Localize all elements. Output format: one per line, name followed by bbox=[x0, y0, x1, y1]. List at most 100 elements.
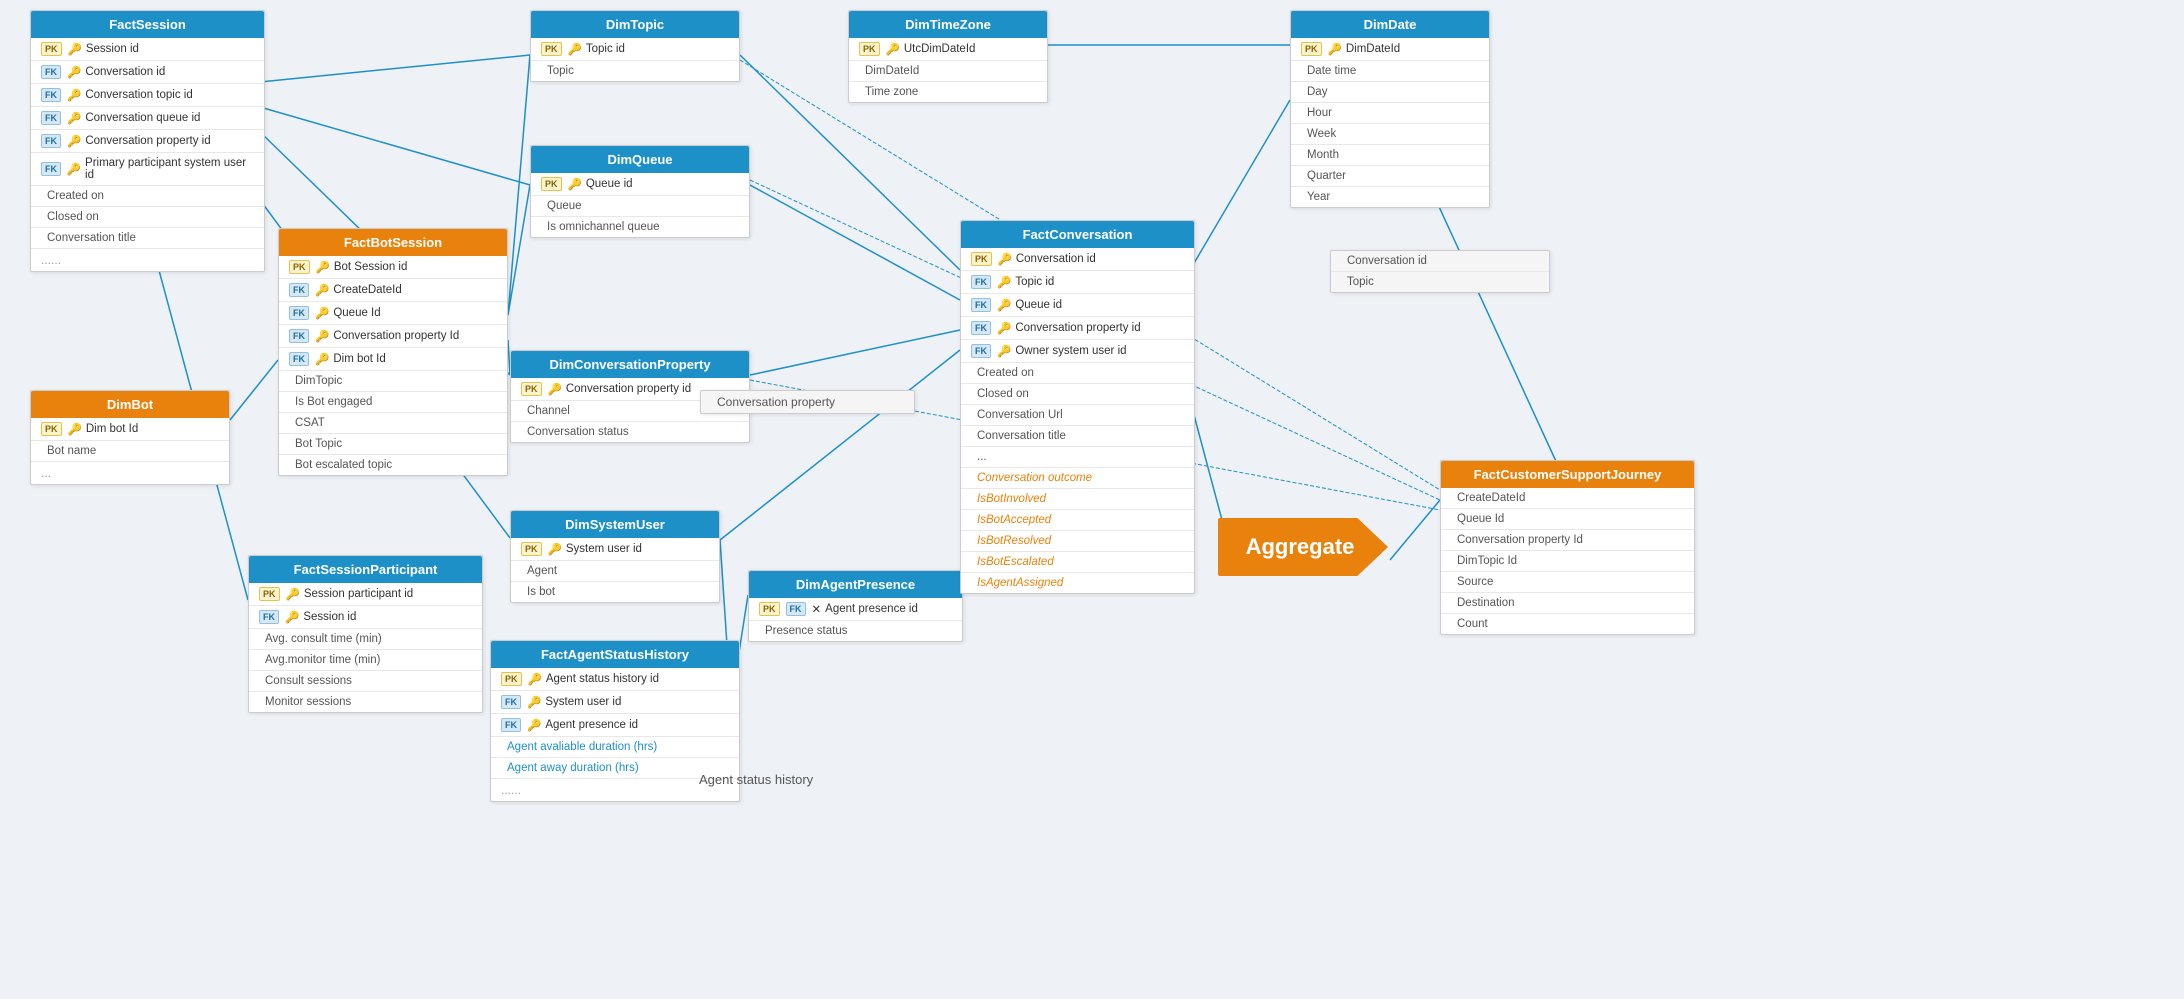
fact-conversation-body: PK 🔑 Conversation id FK 🔑 Topic id FK 🔑 … bbox=[961, 248, 1194, 593]
table-row: Created on bbox=[961, 363, 1194, 384]
table-row: CreateDateId bbox=[1441, 488, 1694, 509]
table-row: FK 🔑 Owner system user id bbox=[961, 340, 1194, 363]
fk-badge: FK bbox=[41, 111, 61, 125]
table-row: Is bot bbox=[511, 582, 719, 602]
fact-conversation-header: FactConversation bbox=[961, 221, 1194, 248]
fact-session-table: FactSession PK 🔑 Session id FK 🔑 Convers… bbox=[30, 10, 265, 272]
aggregate-arrow: Aggregate bbox=[1218, 518, 1388, 576]
dim-queue-body: PK 🔑 Queue id Queue Is omnichannel queue bbox=[531, 173, 749, 237]
table-row: DimTopic bbox=[279, 371, 507, 392]
table-row: FK 🔑 Conversation queue id bbox=[31, 107, 264, 130]
fact-customer-support-journey-body: CreateDateId Queue Id Conversation prope… bbox=[1441, 488, 1694, 634]
table-row: PK 🔑 Dim bot Id bbox=[31, 418, 229, 441]
fact-conversation-table: FactConversation PK 🔑 Conversation id FK… bbox=[960, 220, 1195, 594]
fact-conversation-detail-table: Conversation id Topic bbox=[1330, 250, 1550, 293]
table-row: Is Bot engaged bbox=[279, 392, 507, 413]
fk-badge: FK bbox=[289, 352, 309, 366]
table-row: PK 🔑 UtcDimDateId bbox=[849, 38, 1047, 61]
fact-customer-support-journey-table: FactCustomerSupportJourney CreateDateId … bbox=[1440, 460, 1695, 635]
dim-timezone-table: DimTimeZone PK 🔑 UtcDimDateId DimDateId … bbox=[848, 10, 1048, 103]
dim-bot-table: DimBot PK 🔑 Dim bot Id Bot name ... bbox=[30, 390, 230, 485]
pk-badge: PK bbox=[541, 177, 562, 191]
fk-badge: FK bbox=[259, 610, 279, 624]
table-row: IsAgentAssigned bbox=[961, 573, 1194, 593]
table-row: FK 🔑 Conversation id bbox=[31, 61, 264, 84]
table-row: ... bbox=[961, 447, 1194, 468]
table-row: FK 🔑 Conversation property id bbox=[31, 130, 264, 153]
table-row: FK 🔑 CreateDateId bbox=[279, 279, 507, 302]
diagram-canvas: FactSession PK 🔑 Session id FK 🔑 Convers… bbox=[0, 0, 2184, 999]
fk-badge: FK bbox=[971, 344, 991, 358]
fk-badge: FK bbox=[289, 306, 309, 320]
fk-badge: FK bbox=[501, 695, 521, 709]
table-row-dots: ... bbox=[31, 462, 229, 484]
pk-badge: PK bbox=[501, 672, 522, 686]
table-row: FK 🔑 Topic id bbox=[961, 271, 1194, 294]
table-row: FK 🔑 Agent presence id bbox=[491, 714, 739, 737]
table-row: FK 🔑 Queue id bbox=[961, 294, 1194, 317]
table-row: Is omnichannel queue bbox=[531, 217, 749, 237]
table-row: Conversation property bbox=[701, 391, 914, 413]
dim-agent-presence-table: DimAgentPresence PK FK ✕ Agent presence … bbox=[748, 570, 963, 642]
fact-bot-session-header: FactBotSession bbox=[279, 229, 507, 256]
pk-badge: PK bbox=[521, 382, 542, 396]
table-row: Hour bbox=[1291, 103, 1489, 124]
dim-agent-presence-header: DimAgentPresence bbox=[749, 571, 962, 598]
dim-timezone-header: DimTimeZone bbox=[849, 11, 1047, 38]
conversation-property-label: Conversation property bbox=[700, 390, 915, 414]
dim-topic-body: PK 🔑 Topic id Topic bbox=[531, 38, 739, 81]
table-row: FK 🔑 Session id bbox=[249, 606, 482, 629]
table-row: Bot Topic bbox=[279, 434, 507, 455]
table-row: Destination bbox=[1441, 593, 1694, 614]
pk-badge: PK bbox=[859, 42, 880, 56]
table-row: Week bbox=[1291, 124, 1489, 145]
pk-badge: PK bbox=[259, 587, 280, 601]
table-row: FK 🔑 Dim bot Id bbox=[279, 348, 507, 371]
dim-system-user-header: DimSystemUser bbox=[511, 511, 719, 538]
fk-badge: FK bbox=[289, 329, 309, 343]
table-row: Month bbox=[1291, 145, 1489, 166]
aggregate-label: Aggregate bbox=[1218, 518, 1388, 576]
dim-queue-table: DimQueue PK 🔑 Queue id Queue Is omnichan… bbox=[530, 145, 750, 238]
table-row: DimDateId bbox=[849, 61, 1047, 82]
table-row: FK 🔑 System user id bbox=[491, 691, 739, 714]
table-row: IsBotAccepted bbox=[961, 510, 1194, 531]
fact-session-participant-header: FactSessionParticipant bbox=[249, 556, 482, 583]
table-row: Closed on bbox=[961, 384, 1194, 405]
table-row: PK FK ✕ Agent presence id bbox=[749, 598, 962, 621]
table-row: Bot escalated topic bbox=[279, 455, 507, 475]
dim-topic-header: DimTopic bbox=[531, 11, 739, 38]
table-row: Time zone bbox=[849, 82, 1047, 102]
pk-badge: PK bbox=[289, 260, 310, 274]
table-row: IsBotResolved bbox=[961, 531, 1194, 552]
pk-badge: PK bbox=[541, 42, 562, 56]
dim-system-user-body: PK 🔑 System user id Agent Is bot bbox=[511, 538, 719, 602]
fk-badge: FK bbox=[786, 602, 806, 616]
dim-bot-header: DimBot bbox=[31, 391, 229, 418]
dim-agent-presence-body: PK FK ✕ Agent presence id Presence statu… bbox=[749, 598, 962, 641]
table-row: PK 🔑 System user id bbox=[511, 538, 719, 561]
table-row: Source bbox=[1441, 572, 1694, 593]
fact-session-participant-table: FactSessionParticipant PK 🔑 Session part… bbox=[248, 555, 483, 713]
dim-topic-table: DimTopic PK 🔑 Topic id Topic bbox=[530, 10, 740, 82]
table-row-dots: ...... bbox=[31, 249, 264, 271]
table-row: Monitor sessions bbox=[249, 692, 482, 712]
table-row: Closed on bbox=[31, 207, 264, 228]
table-row: Conversation title bbox=[961, 426, 1194, 447]
table-row: PK 🔑 Conversation id bbox=[961, 248, 1194, 271]
fact-bot-session-body: PK 🔑 Bot Session id FK 🔑 CreateDateId FK… bbox=[279, 256, 507, 475]
table-row: Topic bbox=[531, 61, 739, 81]
table-row: PK 🔑 Bot Session id bbox=[279, 256, 507, 279]
fact-session-participant-body: PK 🔑 Session participant id FK 🔑 Session… bbox=[249, 583, 482, 712]
pk-badge: PK bbox=[41, 422, 62, 436]
dim-date-header: DimDate bbox=[1291, 11, 1489, 38]
dim-date-table: DimDate PK 🔑 DimDateId Date time Day Hou… bbox=[1290, 10, 1490, 208]
pk-badge: PK bbox=[759, 602, 780, 616]
conversation-property-body: Conversation property bbox=[701, 391, 914, 413]
table-row: PK 🔑 DimDateId bbox=[1291, 38, 1489, 61]
fk-badge: FK bbox=[971, 298, 991, 312]
pk-badge: PK bbox=[971, 252, 992, 266]
table-row: Year bbox=[1291, 187, 1489, 207]
fk-badge: FK bbox=[41, 134, 61, 148]
table-row: DimTopic Id bbox=[1441, 551, 1694, 572]
